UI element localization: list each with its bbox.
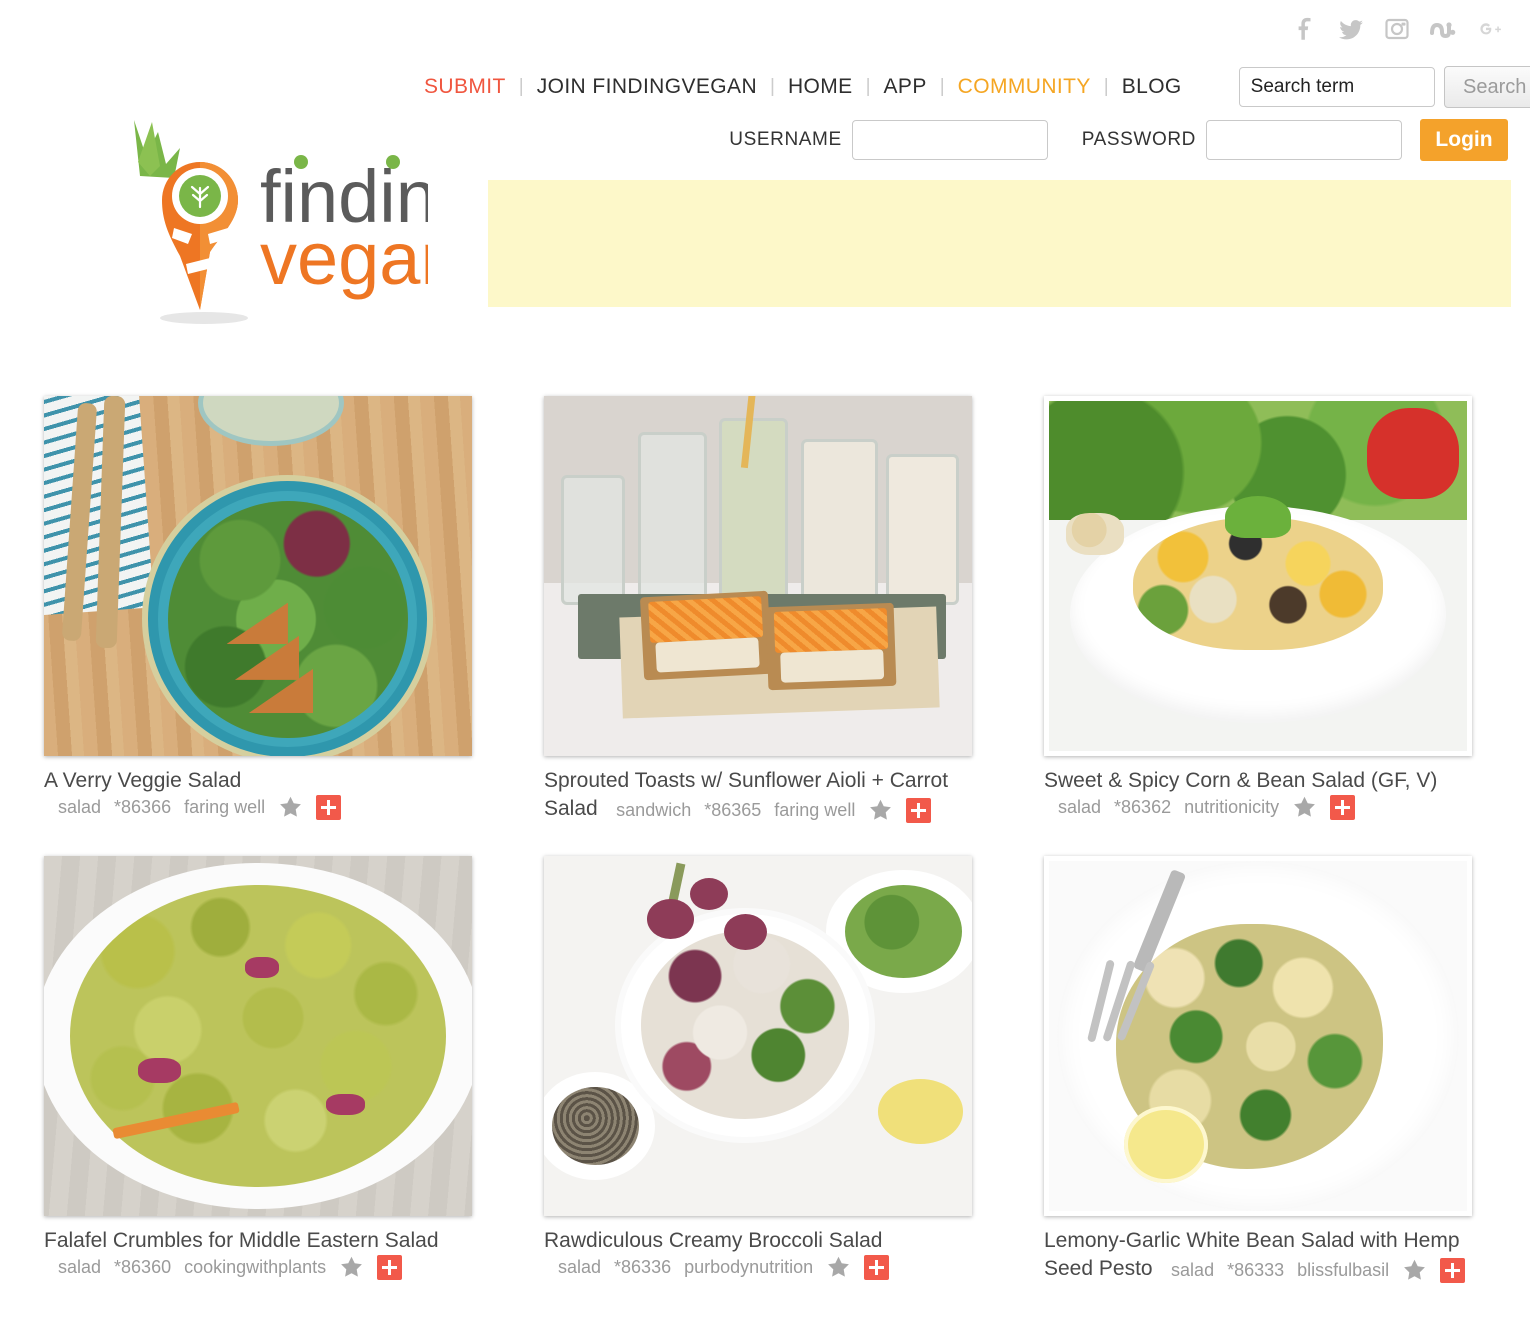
add-to-collection-button[interactable] xyxy=(1330,794,1356,820)
recipe-thumbnail[interactable] xyxy=(544,396,972,756)
star-icon[interactable] xyxy=(339,1255,364,1279)
recipe-photo xyxy=(1049,401,1467,751)
site-header: SUBMIT | JOIN FINDINGVEGAN | HOME | APP … xyxy=(0,0,1530,380)
recipe-card: A Verry Veggie Salad salad *86366 faring… xyxy=(44,396,484,856)
password-label: PASSWORD xyxy=(1081,129,1196,150)
recipe-category[interactable]: sandwich xyxy=(616,800,691,821)
site-logo[interactable]: finding vegan xyxy=(88,104,428,326)
recipe-category[interactable]: salad xyxy=(58,1257,101,1278)
recipe-thumbnail[interactable] xyxy=(544,856,972,1216)
recipe-caption: Sweet & Spicy Corn & Bean Salad (GF, V) … xyxy=(1044,756,1472,820)
recipe-author[interactable]: cookingwithplants xyxy=(184,1257,326,1278)
googleplus-icon[interactable] xyxy=(1474,14,1504,44)
nav-item-home[interactable]: HOME xyxy=(775,73,866,101)
star-icon[interactable] xyxy=(1292,795,1317,819)
recipe-card: Rawdiculous Creamy Broccoli Salad salad … xyxy=(544,856,984,1316)
add-to-collection-button[interactable] xyxy=(864,1254,890,1280)
nav-item-join-findingvegan[interactable]: JOIN FINDINGVEGAN xyxy=(524,73,770,101)
svg-text:vegan: vegan xyxy=(260,217,428,300)
recipe-title[interactable]: Sweet & Spicy Corn & Bean Salad (GF, V) xyxy=(1044,769,1437,792)
recipe-meta: salad *86333 blissfulbasil xyxy=(1171,1257,1466,1283)
nav-item-community[interactable]: COMMUNITY xyxy=(945,73,1104,101)
recipe-meta: salad *86336 purbodynutrition xyxy=(558,1254,890,1280)
social-links xyxy=(1290,14,1504,44)
username-label: USERNAME xyxy=(729,129,842,150)
recipe-id: *86366 xyxy=(114,796,172,817)
stumbleupon-icon[interactable] xyxy=(1428,14,1458,44)
recipe-author[interactable]: faring well xyxy=(184,797,265,818)
recipe-category[interactable]: salad xyxy=(1058,797,1101,818)
recipe-id: *86333 xyxy=(1227,1259,1285,1280)
add-to-collection-button[interactable] xyxy=(316,794,342,820)
recipe-title[interactable]: Rawdiculous Creamy Broccoli Salad xyxy=(544,1229,882,1252)
recipe-title[interactable]: A Verry Veggie Salad xyxy=(44,769,241,792)
recipe-thumbnail[interactable] xyxy=(44,396,472,756)
recipe-id: *86365 xyxy=(704,799,762,820)
recipe-meta: salad *86362 nutritionicity xyxy=(1058,794,1356,820)
username-field[interactable] xyxy=(851,120,1048,160)
instagram-icon[interactable] xyxy=(1382,14,1412,44)
recipe-card: Falafel Crumbles for Middle Eastern Sala… xyxy=(44,856,484,1316)
recipe-caption: Lemony-Garlic White Bean Salad with Hemp… xyxy=(1044,1216,1472,1283)
recipe-title[interactable]: Falafel Crumbles for Middle Eastern Sala… xyxy=(44,1229,439,1252)
nav-item-blog[interactable]: BLOG xyxy=(1109,73,1195,101)
recipe-caption: A Verry Veggie Salad salad *86366 faring… xyxy=(44,756,472,820)
recipe-category[interactable]: salad xyxy=(1171,1260,1214,1281)
recipe-id: *86360 xyxy=(114,1256,172,1277)
search-area: Search xyxy=(1238,66,1530,108)
recipe-id: *86362 xyxy=(1114,796,1172,817)
recipe-photo xyxy=(1049,861,1467,1211)
star-icon[interactable] xyxy=(868,798,893,822)
recipe-thumbnail[interactable] xyxy=(1044,396,1472,756)
recipe-caption: Falafel Crumbles for Middle Eastern Sala… xyxy=(44,1216,472,1280)
add-to-collection-button[interactable] xyxy=(906,797,932,823)
recipe-card: Sweet & Spicy Corn & Bean Salad (GF, V) … xyxy=(1044,396,1484,856)
recipe-author[interactable]: nutritionicity xyxy=(1184,797,1279,818)
recipe-photo xyxy=(44,396,472,756)
advertisement-banner[interactable] xyxy=(488,180,1511,307)
recipe-card: Sprouted Toasts w/ Sunflower Aioli + Car… xyxy=(544,396,984,856)
search-button[interactable]: Search xyxy=(1443,66,1530,108)
main-navigation: SUBMIT | JOIN FINDINGVEGAN | HOME | APP … xyxy=(0,66,1530,108)
recipe-caption: Rawdiculous Creamy Broccoli Salad salad … xyxy=(544,1216,972,1280)
recipe-card: Lemony-Garlic White Bean Salad with Hemp… xyxy=(1044,856,1484,1316)
twitter-icon[interactable] xyxy=(1336,14,1366,44)
recipe-author[interactable]: purbodynutrition xyxy=(684,1257,813,1278)
search-input[interactable] xyxy=(1238,67,1435,107)
recipe-thumbnail[interactable] xyxy=(1044,856,1472,1216)
recipe-photo xyxy=(44,856,472,1216)
nav-item-app[interactable]: APP xyxy=(871,73,940,101)
recipe-caption: Sprouted Toasts w/ Sunflower Aioli + Car… xyxy=(544,756,972,823)
recipe-category[interactable]: salad xyxy=(558,1257,601,1278)
star-icon[interactable] xyxy=(278,795,303,819)
star-icon[interactable] xyxy=(1402,1258,1427,1282)
recipe-photo xyxy=(544,396,972,756)
recipe-photo xyxy=(544,856,972,1216)
star-icon[interactable] xyxy=(826,1255,851,1279)
recipe-author[interactable]: faring well xyxy=(774,800,855,821)
recipe-meta: sandwich *86365 faring well xyxy=(616,797,932,823)
facebook-icon[interactable] xyxy=(1290,14,1320,44)
add-to-collection-button[interactable] xyxy=(1440,1257,1466,1283)
recipe-grid: A Verry Veggie Salad salad *86366 faring… xyxy=(0,396,1530,1316)
recipe-meta: salad *86366 faring well xyxy=(58,794,342,820)
recipe-meta: salad *86360 cookingwithplants xyxy=(58,1254,403,1280)
recipe-id: *86336 xyxy=(614,1256,672,1277)
add-to-collection-button[interactable] xyxy=(377,1254,403,1280)
password-field[interactable] xyxy=(1206,120,1402,160)
recipe-category[interactable]: salad xyxy=(58,797,101,818)
recipe-author[interactable]: blissfulbasil xyxy=(1297,1260,1389,1281)
login-button[interactable]: Login xyxy=(1420,119,1508,161)
nav-item-submit[interactable]: SUBMIT xyxy=(424,73,519,101)
recipe-thumbnail[interactable] xyxy=(44,856,472,1216)
